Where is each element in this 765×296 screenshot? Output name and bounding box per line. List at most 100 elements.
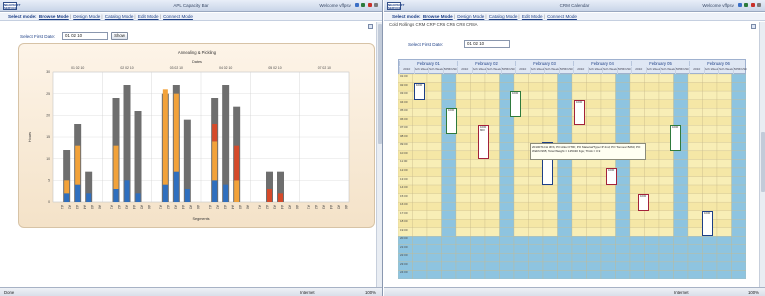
day-tab[interactable]: February 03	[515, 61, 573, 66]
calendar-cell	[716, 193, 732, 203]
calendar-cell	[557, 82, 573, 92]
calendar-cell	[644, 261, 660, 271]
first-date-input[interactable]: 01 02 10	[62, 32, 108, 40]
vertical-scrollbar[interactable]	[759, 22, 765, 287]
day-tab[interactable]: February 01	[399, 61, 457, 66]
calendar-cell	[499, 150, 515, 160]
other-segment	[173, 171, 179, 202]
booking-block[interactable]: 1000	[702, 210, 713, 237]
help-icon[interactable]	[355, 3, 360, 8]
calendar-cell	[441, 219, 457, 228]
calendar-cell	[644, 167, 660, 177]
calendar-cell	[528, 99, 544, 109]
browse-mode-link[interactable]: Browse Mode	[39, 14, 69, 19]
day-tab[interactable]: February 05	[631, 61, 689, 66]
y-tick-label: 25	[46, 92, 50, 96]
calendar-cell	[658, 99, 674, 109]
booking-block[interactable]: 1000	[670, 125, 681, 151]
mode-menu: Select mode: Browse Mode| Design Mode| C…	[0, 13, 382, 21]
show-button[interactable]: Show	[111, 32, 128, 40]
calendar-cell	[687, 159, 703, 169]
browse-mode-link[interactable]: Browse Mode	[423, 14, 453, 19]
flag-icon[interactable]	[367, 3, 372, 8]
calendar-cell	[542, 133, 558, 143]
calendar-cell	[484, 219, 500, 228]
edit-mode-link[interactable]: Edit Mode	[138, 14, 159, 19]
calendar-cell	[658, 236, 674, 245]
calendar-cell	[644, 133, 660, 143]
booking-block[interactable]: 1000	[606, 167, 617, 186]
booking-block[interactable]: 1000	[574, 99, 585, 126]
calendar-cell	[731, 270, 746, 279]
capacity-window: NEARSOFT SERVICE APL Capacity Bar Welcom…	[0, 0, 383, 296]
calendar-cell	[441, 244, 457, 254]
calendar-cell	[644, 90, 660, 100]
calendar-cell	[615, 253, 631, 263]
calendar-cell	[658, 219, 674, 228]
vertical-scrollbar[interactable]	[376, 22, 382, 287]
logout-icon[interactable]	[374, 3, 378, 8]
scroll-thumb[interactable]	[378, 24, 382, 144]
user-icon[interactable]	[361, 3, 366, 8]
segment-tick-label: A4	[132, 205, 136, 209]
logout-icon[interactable]	[757, 3, 761, 8]
segment-tick-label: A2	[265, 205, 269, 209]
y-axis-label: Hours	[28, 132, 32, 142]
calendar-cell	[528, 253, 544, 263]
flag-icon[interactable]	[750, 3, 755, 8]
calendar-cell	[470, 99, 486, 109]
calendar-cell	[615, 270, 631, 279]
calendar-cell	[484, 270, 500, 279]
first-date-input[interactable]: 01 02 10	[464, 40, 510, 48]
row-time-label: 08:00	[400, 133, 408, 138]
design-mode-link[interactable]: Design Mode	[73, 14, 100, 19]
row-time-label: 07:00	[400, 125, 408, 130]
row-time-label: 19:00	[400, 227, 408, 232]
day-tab[interactable]: February 06	[689, 61, 747, 66]
calendar-cell	[484, 167, 500, 177]
zoom-level[interactable]: 100%	[748, 288, 759, 296]
help-icon[interactable]	[738, 3, 743, 8]
day-tab[interactable]: February 04	[573, 61, 631, 66]
booking-block[interactable]: 1000 800	[478, 125, 489, 160]
calendar-cell	[658, 270, 674, 279]
calendar-cell	[673, 201, 689, 211]
calendar-cell	[542, 201, 558, 211]
catalog-mode-link[interactable]: Catalog Mode	[105, 14, 134, 19]
calendar-cell	[455, 108, 471, 117]
calendar-cell	[702, 236, 718, 245]
calendar-cell	[702, 99, 718, 109]
zoom-level[interactable]: 100%	[365, 288, 376, 296]
edit-mode-link[interactable]: Edit Mode	[522, 14, 543, 19]
calendar-cell	[731, 201, 746, 211]
calendar-cell	[731, 90, 746, 100]
date-group-label: 03 02 10	[170, 66, 183, 70]
segment-tick-label: A5	[287, 205, 291, 209]
day-tab[interactable]: February 02	[457, 61, 515, 66]
calendar-cell	[513, 167, 529, 177]
calendar-cell	[629, 99, 645, 109]
booking-block[interactable]: 1000	[446, 108, 457, 134]
export-icon[interactable]	[368, 24, 373, 29]
catalog-mode-link[interactable]: Catalog Mode	[489, 14, 518, 19]
calendar-cell	[716, 201, 732, 211]
connect-mode-link[interactable]: Connect Mode	[547, 14, 577, 19]
booking-block[interactable]: 1000	[510, 91, 521, 117]
calendar-cell	[629, 270, 645, 279]
user-icon[interactable]	[744, 3, 749, 8]
connect-mode-link[interactable]: Connect Mode	[163, 14, 193, 19]
calendar-cell	[615, 108, 631, 117]
scroll-thumb[interactable]	[761, 132, 765, 192]
calendar-cell	[702, 167, 718, 177]
export-icon[interactable]	[751, 24, 756, 29]
booking-block[interactable]: 1000	[414, 82, 425, 100]
calendar-cell	[586, 270, 602, 279]
calendar-grid[interactable]	[398, 74, 746, 279]
calendar-cell	[426, 125, 442, 134]
booking-block[interactable]: 1000	[638, 193, 649, 211]
calendar-cell	[658, 227, 674, 237]
design-mode-link[interactable]: Design Mode	[457, 14, 484, 19]
column-subheader: Sch.Week	[718, 67, 733, 74]
calendar-cell	[615, 210, 631, 220]
chart-title: Annealing & Pickling	[178, 50, 217, 55]
